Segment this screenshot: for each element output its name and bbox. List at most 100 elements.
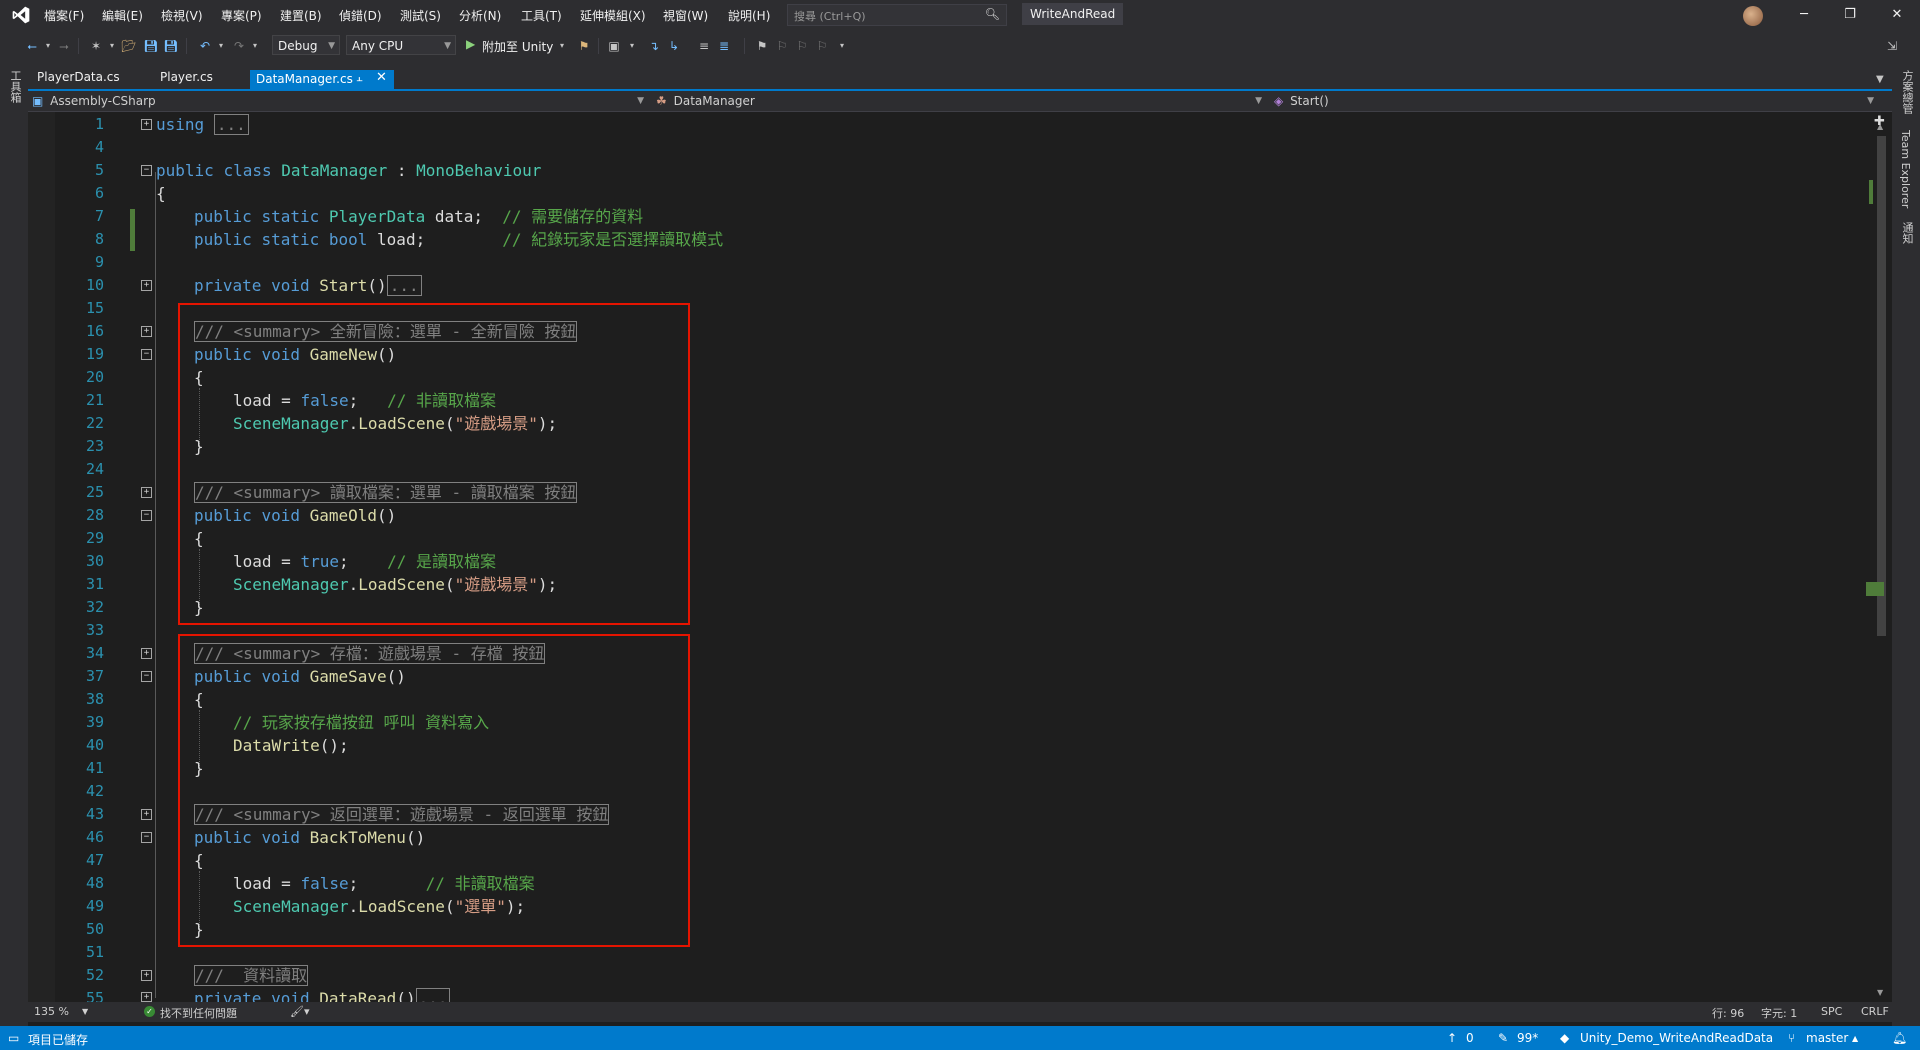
branch-name[interactable]: master [1806,1031,1848,1045]
open-folder-icon[interactable]: 📂︎ [121,38,137,54]
solution-config-select[interactable]: Debug ▼ [272,35,340,55]
pencil-icon[interactable]: ✎ [1498,1031,1508,1045]
collapsed-region[interactable]: ... [213,114,249,135]
maximize-icon[interactable]: ❐ [1833,4,1867,26]
unpushed-commits-count[interactable]: 0 [1466,1031,1474,1045]
next-bookmark-icon[interactable]: ⚐ [794,38,810,54]
menu-project[interactable]: 專案(P) [221,7,262,24]
back-icon[interactable]: ⭠ [24,38,40,54]
code-cleanup-icon[interactable]: 🖌︎▾ [290,1005,310,1018]
menu-analyze[interactable]: 分析(N) [459,7,501,24]
attach-unity-button[interactable]: 附加至 Unity [482,38,553,55]
menu-debug[interactable]: 偵錯(D) [339,7,382,24]
bookmark-icon[interactable]: ⚑ [754,38,770,54]
line-ending[interactable]: CRLF [1861,1005,1889,1018]
code-line-1[interactable]: using ... [156,113,249,136]
expand-icon[interactable]: + [141,970,152,981]
code-line-6[interactable]: { [156,182,166,205]
repository-name[interactable]: Unity_Demo_WriteAndReadData [1580,1031,1773,1045]
expand-icon[interactable]: + [141,809,152,820]
code-line-7[interactable]: public static PlayerData data; // 需要儲存的資… [194,205,643,228]
collapsed-region[interactable]: ... [415,988,451,1002]
expand-icon[interactable]: + [141,119,152,130]
step-over-icon[interactable]: ↳ [666,38,682,54]
new-project-icon[interactable]: ✶ [88,38,104,54]
play-icon[interactable]: ▶ [466,37,475,51]
chevron-down-icon[interactable]: ▾ [104,38,120,54]
tab-data-manager[interactable]: DataManager.cs ⫠ ✕ [250,70,394,89]
code-line-8[interactable]: public static bool load; // 紀錄玩家是否選擇讀取模式 [194,228,723,251]
project-select[interactable]: ▣ Assembly-CSharp ▼ [28,91,648,111]
tab-player[interactable]: Player.cs [160,70,213,84]
chevron-down-icon[interactable]: ▼ [82,1007,88,1016]
toolbox-tab[interactable]: 工具箱 [7,70,23,103]
screenshot-icon[interactable]: ▣ [606,38,622,54]
chevron-up-icon[interactable]: ▲ [1852,1034,1858,1043]
expand-icon[interactable]: + [141,326,152,337]
collapse-icon[interactable]: − [141,349,152,360]
collapse-icon[interactable]: − [141,671,152,682]
menu-window[interactable]: 視窗(W) [663,7,708,24]
chevron-down-icon[interactable]: ▾ [40,38,56,54]
collapse-icon[interactable]: − [141,510,152,521]
expand-icon[interactable]: + [141,992,152,1002]
menu-build[interactable]: 建置(B) [280,7,322,24]
chevron-down-icon[interactable]: ▾ [213,38,229,54]
search-icon[interactable]: 🔍︎ [985,7,1000,21]
git-repo-icon[interactable]: ◆ [1560,1031,1569,1045]
pin-icon[interactable]: ⫠ [356,71,363,85]
zoom-select[interactable]: 135 % [34,1005,69,1018]
expand-icon[interactable]: + [141,648,152,659]
undo-icon[interactable]: ↶ [197,38,213,54]
pending-changes-count[interactable]: 99* [1517,1031,1538,1045]
chevron-down-icon[interactable]: ▾ [834,38,850,54]
expand-icon[interactable]: + [141,487,152,498]
chevron-down-icon[interactable]: ▾ [247,38,263,54]
menu-file[interactable]: 檔案(F) [44,7,84,24]
platform-select[interactable]: Any CPU ▼ [346,35,456,55]
browser-link-icon[interactable]: ⚑ [576,38,592,54]
code-line-52[interactable]: /// 資料讀取 [194,964,309,987]
close-icon[interactable]: ✕ [1880,4,1914,26]
menu-extensions[interactable]: 延伸模組(X) [580,7,646,24]
scroll-down-icon[interactable]: ▼ [1877,988,1883,997]
code-line-5[interactable]: public class DataManager : MonoBehaviour [156,159,541,182]
solution-explorer-tab[interactable]: 方案總管 [1899,70,1915,114]
scrollbar-thumb[interactable] [1877,136,1886,636]
code-line-55[interactable]: private void DataRead()... [194,987,451,1002]
whitespace-mode[interactable]: SPC [1821,1005,1842,1018]
uncomment-lines-icon[interactable]: ≣ [716,38,732,54]
save-icon[interactable]: 💾︎ [143,38,159,54]
avatar[interactable] [1743,6,1763,26]
chevron-down-icon[interactable]: ▾ [624,38,640,54]
close-icon[interactable]: ✕ [376,70,387,85]
tab-player-data[interactable]: PlayerData.cs [37,70,120,84]
git-branch-icon[interactable]: ⑂ [1788,1031,1795,1045]
comment-lines-icon[interactable]: ≡ [696,38,712,54]
vertical-scrollbar[interactable]: ▲ ▼ [1872,112,1892,1002]
chevron-down-icon[interactable]: ▾ [554,38,570,54]
collapsed-region[interactable]: ... [386,275,422,296]
member-select[interactable]: ◈ Start() ▼ [1272,91,1878,111]
forward-icon[interactable]: ⭢ [56,38,72,54]
menu-view[interactable]: 檢視(V) [161,7,203,24]
arrow-up-icon[interactable]: ↑ [1447,1031,1457,1045]
menu-help[interactable]: 說明(H) [728,7,770,24]
minimize-icon[interactable]: ─ [1787,4,1821,26]
step-into-icon[interactable]: ↴ [646,38,662,54]
class-select[interactable]: ☘ DataManager ▼ [654,91,1266,111]
redo-icon[interactable]: ↷ [231,38,247,54]
chevron-down-icon[interactable]: ▼ [1876,74,1884,85]
menu-edit[interactable]: 編輯(E) [102,7,143,24]
bell-icon[interactable]: 🔔︎ [1892,1031,1907,1045]
team-explorer-tab[interactable]: Team Explorer [1899,130,1912,208]
code-line-10[interactable]: private void Start()... [194,274,422,297]
prev-bookmark-icon[interactable]: ⚐ [774,38,790,54]
menu-tools[interactable]: 工具(T) [521,7,562,24]
collapse-icon[interactable]: − [141,165,152,176]
notifications-tab[interactable]: 通知 [1899,222,1915,244]
save-all-icon[interactable]: 💾︎ [163,38,179,54]
collapsed-doc-comment[interactable]: /// 資料讀取 [194,965,309,986]
expand-icon[interactable]: + [141,280,152,291]
split-window-icon[interactable]: ✚ [1874,114,1885,129]
